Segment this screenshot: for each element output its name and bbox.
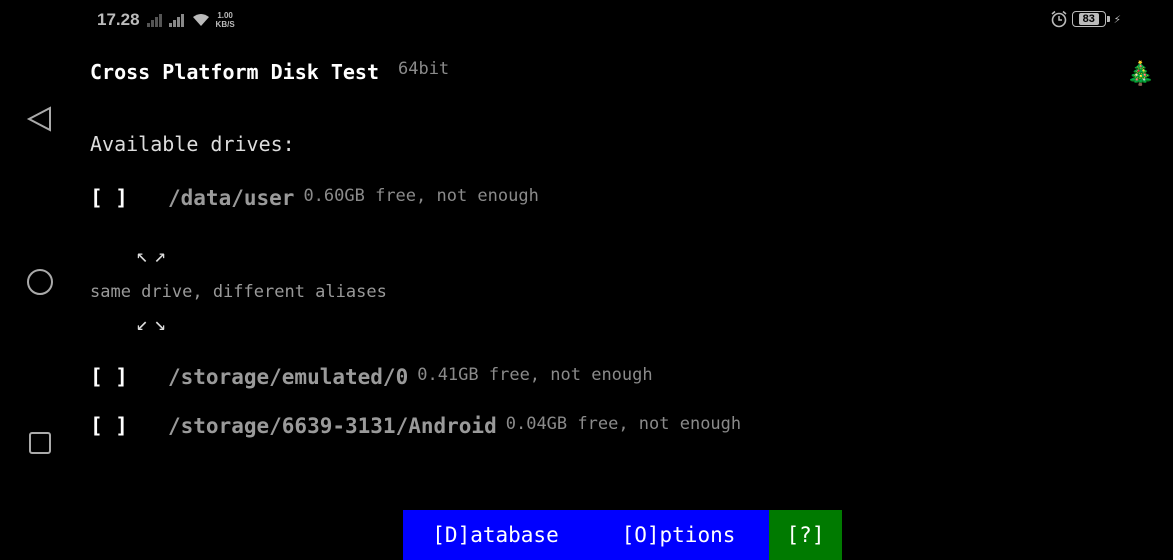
drive-path: /storage/emulated/0 xyxy=(168,365,409,389)
drive-checkbox[interactable]: [ ] xyxy=(90,414,168,438)
help-button[interactable]: [?] xyxy=(769,510,842,560)
recent-apps-icon[interactable] xyxy=(22,429,58,457)
drive-path: /storage/6639-3131/Android xyxy=(168,414,497,438)
wifi-icon xyxy=(192,14,209,26)
battery-icon: 83 xyxy=(1071,11,1110,27)
home-icon[interactable] xyxy=(22,266,58,298)
drive-row[interactable]: [ ] /storage/emulated/0 0.41GB free, not… xyxy=(90,365,653,389)
drive-info: 0.04GB free, not enough xyxy=(505,414,742,434)
status-time: 17.28 xyxy=(97,10,140,29)
charging-icon: ⚡ xyxy=(1113,12,1121,26)
title-row: Cross Platform Disk Test 64bit xyxy=(90,59,450,84)
status-bar-left: 17.28 1.00 KB/S xyxy=(97,10,235,30)
alias-note: same drive, different aliases xyxy=(90,282,387,302)
battery-level: 83 xyxy=(1078,13,1099,25)
signal-icon-sim2 xyxy=(168,13,184,27)
drive-path: /data/user xyxy=(168,186,295,210)
drive-checkbox[interactable]: [ ] xyxy=(90,365,168,389)
drive-row[interactable]: [ ] /storage/6639-3131/Android 0.04GB fr… xyxy=(90,414,741,438)
database-button[interactable]: [D]atabase xyxy=(403,510,588,560)
network-speed-unit: KB/S xyxy=(215,20,235,29)
drive-checkbox[interactable]: [ ] xyxy=(90,186,168,210)
network-speed-value: 1.00 xyxy=(217,11,233,20)
christmas-tree-icon: 🎄 xyxy=(1126,61,1155,87)
available-drives-heading: Available drives: xyxy=(90,132,295,156)
bottom-button-bar: [D]atabase [O]ptions [?] xyxy=(403,510,842,560)
alias-arrows-down: ↙↘ xyxy=(136,311,173,335)
drive-row[interactable]: [ ] /data/user 0.60GB free, not enough xyxy=(90,186,539,210)
back-icon[interactable] xyxy=(22,103,58,135)
alarm-icon xyxy=(1051,10,1067,28)
options-button[interactable]: [O]ptions xyxy=(588,510,769,560)
signal-icon-sim1 xyxy=(146,13,162,27)
app-title: Cross Platform Disk Test xyxy=(90,60,379,84)
network-speed: 1.00 KB/S xyxy=(216,11,235,29)
drive-info: 0.41GB free, not enough xyxy=(417,365,653,385)
alias-arrows-up: ↖↗ xyxy=(136,243,173,267)
drive-info: 0.60GB free, not enough xyxy=(303,186,539,206)
bitness-label: 64bit xyxy=(397,59,450,79)
status-bar-right: 83 ⚡ xyxy=(1050,10,1121,28)
